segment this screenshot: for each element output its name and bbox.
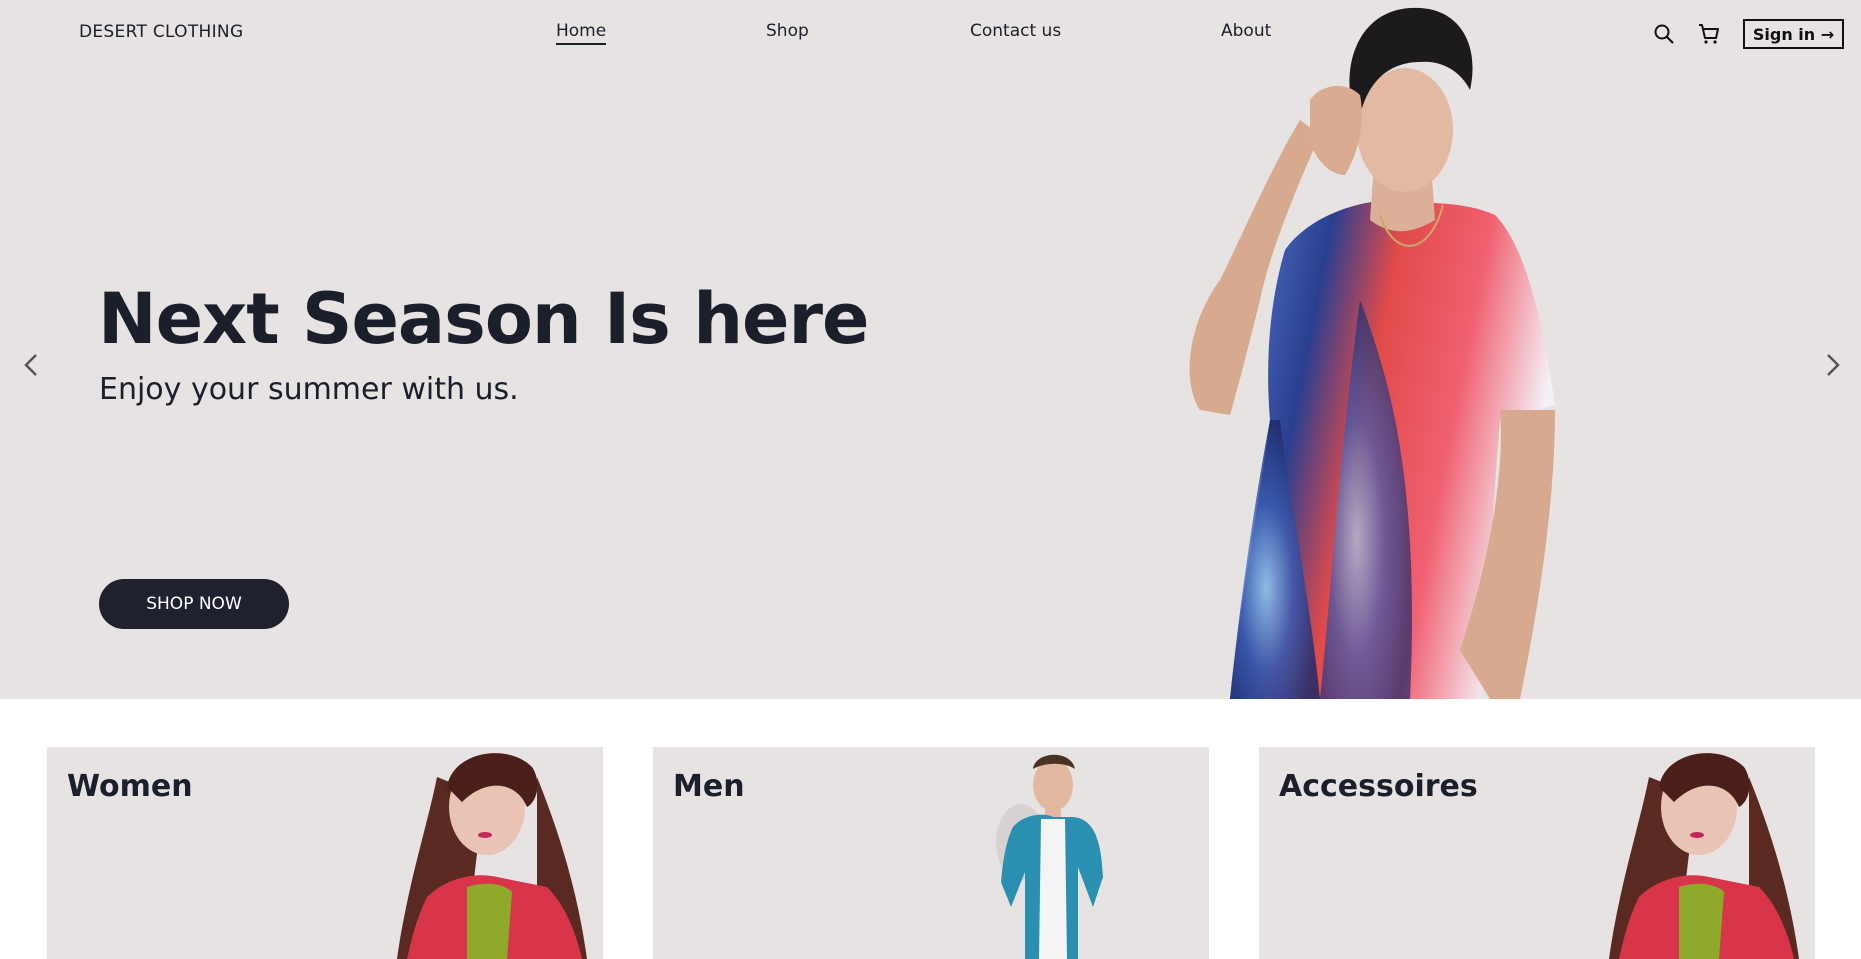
category-card-accessoires[interactable]: Accessoires: [1259, 747, 1815, 959]
nav-contact[interactable]: Contact us: [970, 21, 1061, 41]
hero-subtitle: Enjoy your summer with us.: [99, 372, 519, 407]
carousel-prev-button[interactable]: [16, 350, 46, 380]
brand-logo[interactable]: DESERT CLOTHING: [79, 22, 243, 42]
search-button[interactable]: [1650, 20, 1678, 48]
shop-now-button[interactable]: SHOP NOW: [99, 579, 289, 629]
category-title-accessoires: Accessoires: [1279, 769, 1478, 804]
cart-button[interactable]: [1695, 20, 1723, 48]
nav-shop[interactable]: Shop: [766, 21, 809, 41]
category-title-women: Women: [67, 769, 193, 804]
chevron-left-icon: [24, 354, 37, 376]
men-model-image: [996, 754, 1103, 959]
chevron-right-icon: [1827, 354, 1840, 376]
hero-model-image: [1189, 7, 1555, 699]
search-icon: [1654, 24, 1674, 44]
hero-title: Next Season Is here: [98, 278, 870, 360]
hero-banner: DESERT CLOTHING Home Shop Contact us Abo…: [0, 0, 1861, 699]
category-card-men[interactable]: Men: [653, 747, 1209, 959]
nav-home[interactable]: Home: [556, 21, 607, 45]
category-title-men: Men: [673, 769, 745, 804]
category-card-women[interactable]: Women: [47, 747, 603, 959]
cart-icon: [1699, 24, 1719, 44]
women-model-image: [397, 753, 587, 959]
accessoires-model-image: [1609, 753, 1799, 959]
carousel-next-button[interactable]: [1818, 350, 1848, 380]
sign-in-button[interactable]: Sign in →: [1743, 19, 1844, 49]
